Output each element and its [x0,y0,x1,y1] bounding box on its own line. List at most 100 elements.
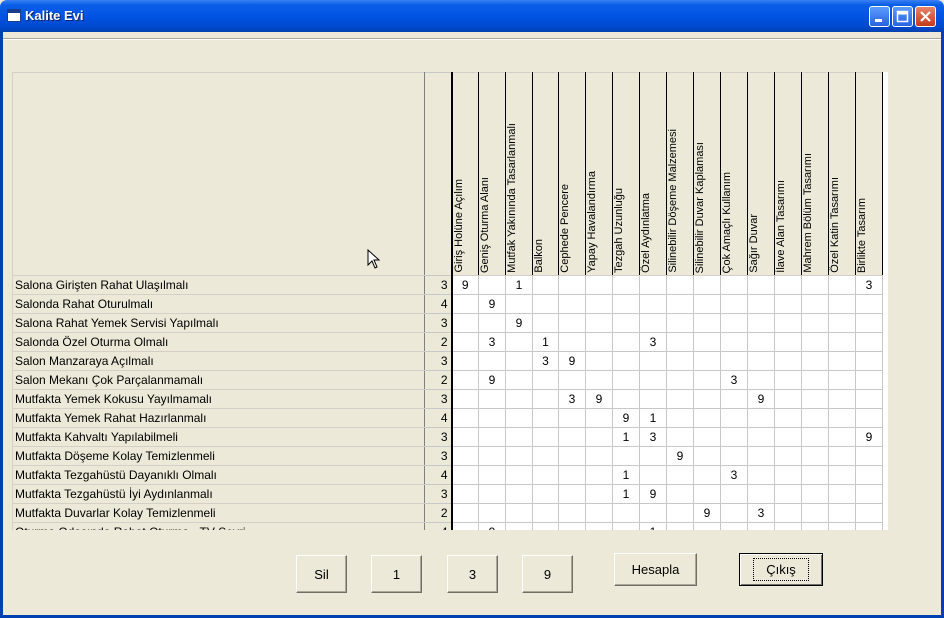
matrix-cell[interactable] [585,351,613,371]
matrix-cell[interactable]: 9 [558,351,586,371]
matrix-cell[interactable] [532,313,559,333]
matrix-cell[interactable] [666,408,694,428]
matrix-cell[interactable] [747,446,775,466]
matrix-cell[interactable]: 9 [747,389,775,409]
matrix-cell[interactable] [693,427,721,447]
matrix-cell[interactable] [612,351,640,371]
matrix-cell[interactable]: 3 [747,503,775,523]
matrix-cell[interactable] [774,484,802,504]
matrix-cell[interactable]: 3 [639,332,667,352]
column-header[interactable]: Silinebilir Döşeme Malzemesi [666,72,694,276]
matrix-cell[interactable]: 9 [451,275,479,295]
table-row[interactable]: Salonda Özel Oturma Olmalı 2 3 1 3 [12,332,883,352]
matrix-cell[interactable] [505,427,533,447]
matrix-cell[interactable] [585,370,613,390]
matrix-cell[interactable]: 9 [478,522,506,530]
matrix-cell[interactable] [532,465,559,485]
matrix-cell[interactable] [478,275,506,295]
matrix-cell[interactable] [532,484,559,504]
matrix-cell[interactable] [532,294,559,314]
matrix-cell[interactable] [666,389,694,409]
matrix-cell[interactable] [828,446,856,466]
matrix-cell[interactable] [612,332,640,352]
matrix-cell[interactable]: 1 [612,465,640,485]
matrix-cell[interactable]: 1 [612,484,640,504]
matrix-cell[interactable] [612,389,640,409]
matrix-cell[interactable] [666,370,694,390]
matrix-cell[interactable] [585,313,613,333]
maximize-button[interactable] [892,6,913,27]
matrix-cell[interactable] [478,313,506,333]
matrix-cell[interactable]: 9 [855,427,883,447]
matrix-cell[interactable] [693,294,721,314]
quality-house-grid[interactable]: Giriş Holüne Açılım Geniş Oturma Alanı Mut… [12,72,888,530]
matrix-cell[interactable] [774,427,802,447]
table-row[interactable]: Salona Rahat Yemek Servisi Yapılmalı 3 9 [12,313,883,333]
matrix-cell[interactable] [558,370,586,390]
matrix-cell[interactable]: 1 [612,427,640,447]
matrix-cell[interactable] [774,332,802,352]
matrix-cell[interactable]: 3 [720,370,748,390]
matrix-cell[interactable] [451,370,479,390]
matrix-cell[interactable] [693,465,721,485]
matrix-cell[interactable] [693,522,721,530]
matrix-cell[interactable] [639,294,667,314]
matrix-cell[interactable] [747,522,775,530]
matrix-cell[interactable] [693,446,721,466]
matrix-cell[interactable] [801,351,829,371]
column-header[interactable]: Birlikte Tasarım [855,72,883,276]
matrix-cell[interactable] [558,522,586,530]
matrix-cell[interactable] [720,522,748,530]
matrix-cell[interactable] [505,332,533,352]
matrix-cell[interactable] [451,465,479,485]
column-header[interactable]: Özel Katin Tasarımı [828,72,856,276]
matrix-cell[interactable] [666,332,694,352]
matrix-cell[interactable] [855,465,883,485]
matrix-cell[interactable] [478,408,506,428]
matrix-cell[interactable] [451,446,479,466]
table-row[interactable]: Salon Mekanı Çok Parçalanmamalı 2 9 3 [12,370,883,390]
title-bar[interactable]: Kalite Evi [0,0,944,32]
matrix-cell[interactable]: 9 [478,370,506,390]
matrix-cell[interactable] [451,408,479,428]
matrix-cell[interactable] [801,465,829,485]
matrix-cell[interactable] [747,332,775,352]
column-header[interactable]: Çok Amaçlı Kullanım [720,72,748,276]
matrix-cell[interactable] [774,522,802,530]
matrix-cell[interactable] [774,503,802,523]
window-app-icon[interactable] [7,9,21,22]
matrix-cell[interactable] [693,484,721,504]
matrix-cell[interactable] [585,465,613,485]
matrix-cell[interactable] [585,446,613,466]
column-header[interactable]: Sağır Duvar [747,72,775,276]
matrix-cell[interactable]: 3 [532,351,559,371]
matrix-cell[interactable] [451,332,479,352]
matrix-cell[interactable] [451,427,479,447]
matrix-cell[interactable] [828,484,856,504]
table-row[interactable]: Mutfakta Tezgahüstü Dayanıklı Olmalı 4 1 3 [12,465,883,485]
table-row[interactable]: Mutfakta Duvarlar Kolay Temizlenmeli 2 9 3 [12,503,883,523]
matrix-cell[interactable] [666,294,694,314]
matrix-cell[interactable] [747,370,775,390]
matrix-cell[interactable] [505,389,533,409]
matrix-cell[interactable]: 3 [855,275,883,295]
matrix-cell[interactable] [558,446,586,466]
matrix-cell[interactable] [505,503,533,523]
matrix-cell[interactable] [585,275,613,295]
matrix-cell[interactable] [747,484,775,504]
table-row[interactable]: Mutfakta Yemek Kokusu Yayılmamalı 3 3 9 9 [12,389,883,409]
table-row[interactable]: Mutfakta Tezgahüstü İyi Aydınlanmalı 3 1 9 [12,484,883,504]
matrix-cell[interactable] [774,313,802,333]
matrix-cell[interactable] [532,522,559,530]
matrix-cell[interactable]: 3 [558,389,586,409]
table-row[interactable]: Salon Manzaraya Açılmalı 3 3 9 [12,351,883,371]
matrix-cell[interactable] [855,522,883,530]
matrix-cell[interactable]: 9 [478,294,506,314]
matrix-cell[interactable] [747,313,775,333]
matrix-cell[interactable] [558,465,586,485]
matrix-cell[interactable] [720,484,748,504]
matrix-cell[interactable] [639,370,667,390]
matrix-cell[interactable] [801,370,829,390]
matrix-cell[interactable] [585,408,613,428]
matrix-cell[interactable] [855,408,883,428]
